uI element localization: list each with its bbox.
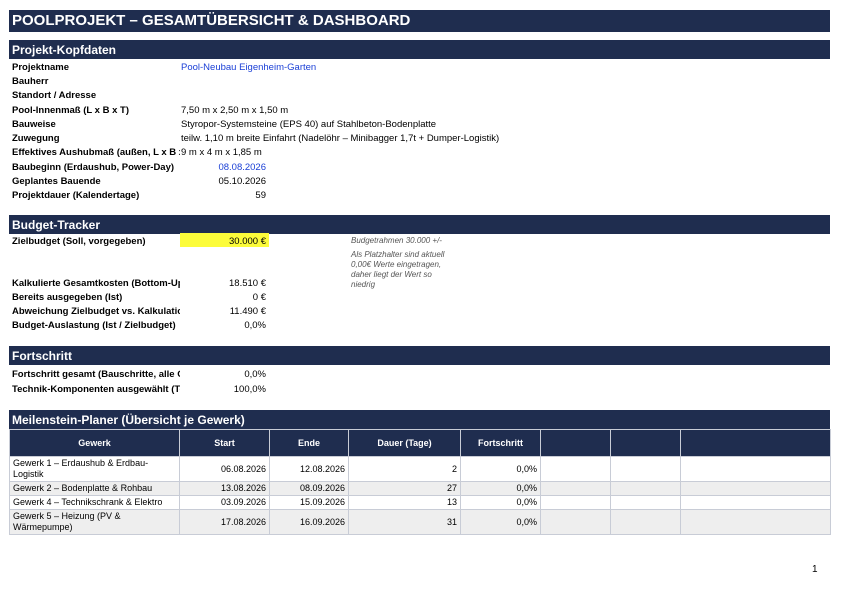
cell-start[interactable]: 03.09.2026 bbox=[179, 495, 270, 510]
budget-label-abweichung: Abweichung Zielbudget vs. Kalkulation bbox=[12, 306, 180, 317]
page-number: 1 bbox=[812, 564, 818, 575]
budget-note-line-1: Als Platzhalter sind aktuell bbox=[351, 250, 445, 259]
section-header-kopfdaten: Projekt-Kopfdaten bbox=[9, 40, 830, 59]
kopf-label-poolmass: Pool-Innenmaß (L x B x T) bbox=[12, 105, 129, 116]
cell-ende[interactable]: 15.09.2026 bbox=[269, 495, 349, 510]
kopf-value-baubeginn[interactable]: 08.08.2026 bbox=[181, 162, 266, 174]
cell-fortschritt[interactable]: 0,0% bbox=[460, 509, 541, 535]
cell-ende[interactable]: 12.08.2026 bbox=[269, 456, 349, 482]
cell-empty[interactable] bbox=[610, 456, 681, 482]
cell-empty[interactable] bbox=[680, 481, 831, 496]
kopf-value-bauweise[interactable]: Styropor-Systemsteine (EPS 40) auf Stahl… bbox=[181, 119, 436, 131]
cell-fortschritt[interactable]: 0,0% bbox=[460, 456, 541, 482]
budget-label-kalkuliert: Kalkulierte Gesamtkosten (Bottom-Up) bbox=[12, 278, 180, 289]
kopf-value-aushubmass[interactable]: 9 m x 4 m x 1,85 m bbox=[181, 147, 262, 159]
cell-dauer[interactable]: 31 bbox=[348, 509, 461, 535]
table-row: Gewerk 2 – Bodenplatte & Rohbau 13.08.20… bbox=[9, 481, 831, 496]
budget-value-ausgegeben: 0 € bbox=[252, 292, 266, 303]
col-header-gewerk: Gewerk bbox=[9, 429, 180, 457]
cell-ende[interactable]: 08.09.2026 bbox=[269, 481, 349, 496]
cell-empty[interactable] bbox=[680, 456, 831, 482]
kopf-value-bauende[interactable]: 05.10.2026 bbox=[181, 176, 266, 188]
kopf-label-zuwegung: Zuwegung bbox=[12, 133, 60, 144]
col-header-empty-2 bbox=[610, 429, 681, 457]
budget-value-kalkuliert: 18.510 € bbox=[229, 278, 266, 289]
cell-empty[interactable] bbox=[610, 509, 681, 535]
col-header-dauer: Dauer (Tage) bbox=[348, 429, 461, 457]
budget-note-line-4: niedrig bbox=[351, 280, 376, 289]
kopf-label-bauweise: Bauweise bbox=[12, 119, 56, 130]
fortschritt-value-gesamt: 0,0% bbox=[244, 369, 266, 380]
table-row: Gewerk 1 – Erdaushub & Erdbau-Logistik 0… bbox=[9, 456, 831, 482]
budget-value-abweichung: 11.490 € bbox=[229, 306, 266, 317]
kopf-value-projektname[interactable]: Pool-Neubau Eigenheim-Garten bbox=[181, 62, 316, 74]
kopf-value-zuwegung[interactable]: teilw. 1,10 m breite Einfahrt (Nadelöhr … bbox=[181, 133, 499, 145]
fortschritt-value-technik: 100,0% bbox=[233, 384, 266, 395]
col-header-empty-3 bbox=[680, 429, 831, 457]
table-row: Gewerk 5 – Heizung (PV & Wärmepumpe) 17.… bbox=[9, 509, 831, 535]
cell-fortschritt[interactable]: 0,0% bbox=[460, 495, 541, 510]
kopf-label-standort: Standort / Adresse bbox=[12, 90, 97, 101]
meilenstein-table: Gewerk Start Ende Dauer (Tage) Fortschri… bbox=[9, 429, 831, 535]
kopf-label-bauende: Geplantes Bauende bbox=[12, 176, 101, 187]
kopf-label-projektname: Projektname bbox=[12, 62, 70, 73]
fortschritt-label-gesamt: Fortschritt gesamt (Bauschritte, alle Ge… bbox=[12, 369, 180, 380]
cell-gewerk[interactable]: Gewerk 1 – Erdaushub & Erdbau-Logistik bbox=[9, 456, 180, 482]
cell-start[interactable]: 06.08.2026 bbox=[179, 456, 270, 482]
budget-label-ausgegeben: Bereits ausgegeben (Ist) bbox=[12, 292, 123, 303]
cell-empty[interactable] bbox=[540, 456, 611, 482]
col-header-start: Start bbox=[179, 429, 270, 457]
cell-start[interactable]: 13.08.2026 bbox=[179, 481, 270, 496]
cell-empty[interactable] bbox=[610, 481, 681, 496]
kopf-label-baubeginn: Baubeginn (Erdaushub, Power-Day) bbox=[12, 162, 175, 173]
table-header-row: Gewerk Start Ende Dauer (Tage) Fortschri… bbox=[9, 429, 831, 457]
table-row: Gewerk 4 – Technikschrank & Elektro 03.0… bbox=[9, 495, 831, 510]
section-header-fortschritt: Fortschritt bbox=[9, 346, 830, 365]
budget-note-line-2: 0,00€ Werte eingetragen, bbox=[351, 260, 442, 269]
kopf-label-projektdauer: Projektdauer (Kalendertage) bbox=[12, 190, 140, 201]
cell-dauer[interactable]: 2 bbox=[348, 456, 461, 482]
budget-label-zielbudget: Zielbudget (Soll, vorgegeben) bbox=[12, 236, 146, 247]
cell-dauer[interactable]: 27 bbox=[348, 481, 461, 496]
kopf-value-poolmass[interactable]: 7,50 m x 2,50 m x 1,50 m bbox=[181, 105, 288, 117]
budget-value-auslastung: 0,0% bbox=[244, 320, 266, 331]
cell-empty[interactable] bbox=[540, 495, 611, 510]
section-header-meilenstein: Meilenstein-Planer (Übersicht je Gewerk) bbox=[9, 410, 830, 429]
cell-empty[interactable] bbox=[540, 509, 611, 535]
page-title: POOLPROJEKT – GESAMTÜBERSICHT & DASHBOAR… bbox=[9, 10, 830, 32]
budget-label-auslastung: Budget-Auslastung (Ist / Zielbudget) bbox=[12, 320, 176, 331]
col-header-empty-1 bbox=[540, 429, 611, 457]
cell-gewerk[interactable]: Gewerk 2 – Bodenplatte & Rohbau bbox=[9, 481, 180, 496]
section-header-budget: Budget-Tracker bbox=[9, 215, 830, 234]
cell-dauer[interactable]: 13 bbox=[348, 495, 461, 510]
col-header-fortschritt: Fortschritt bbox=[460, 429, 541, 457]
cell-ende[interactable]: 16.09.2026 bbox=[269, 509, 349, 535]
budget-note-line-3: daher liegt der Wert so bbox=[351, 270, 432, 279]
cell-start[interactable]: 17.08.2026 bbox=[179, 509, 270, 535]
cell-empty[interactable] bbox=[680, 495, 831, 510]
cell-empty[interactable] bbox=[610, 495, 681, 510]
cell-fortschritt[interactable]: 0,0% bbox=[460, 481, 541, 496]
budget-value-zielbudget[interactable]: 30.000 € bbox=[181, 236, 266, 248]
kopf-label-bauherr: Bauherr bbox=[12, 76, 49, 87]
kopf-value-projektdauer: 59 bbox=[255, 190, 266, 201]
kopf-label-aushubmass: Effektives Aushubmaß (außen, L x B x T) bbox=[12, 147, 180, 158]
cell-empty[interactable] bbox=[680, 509, 831, 535]
cell-gewerk[interactable]: Gewerk 5 – Heizung (PV & Wärmepumpe) bbox=[9, 509, 180, 535]
fortschritt-label-technik: Technik-Komponenten ausgewählt (Techniks… bbox=[12, 384, 180, 395]
budget-note-rahmen: Budgetrahmen 30.000 +/- bbox=[351, 236, 442, 245]
cell-gewerk[interactable]: Gewerk 4 – Technikschrank & Elektro bbox=[9, 495, 180, 510]
col-header-ende: Ende bbox=[269, 429, 349, 457]
cell-empty[interactable] bbox=[540, 481, 611, 496]
